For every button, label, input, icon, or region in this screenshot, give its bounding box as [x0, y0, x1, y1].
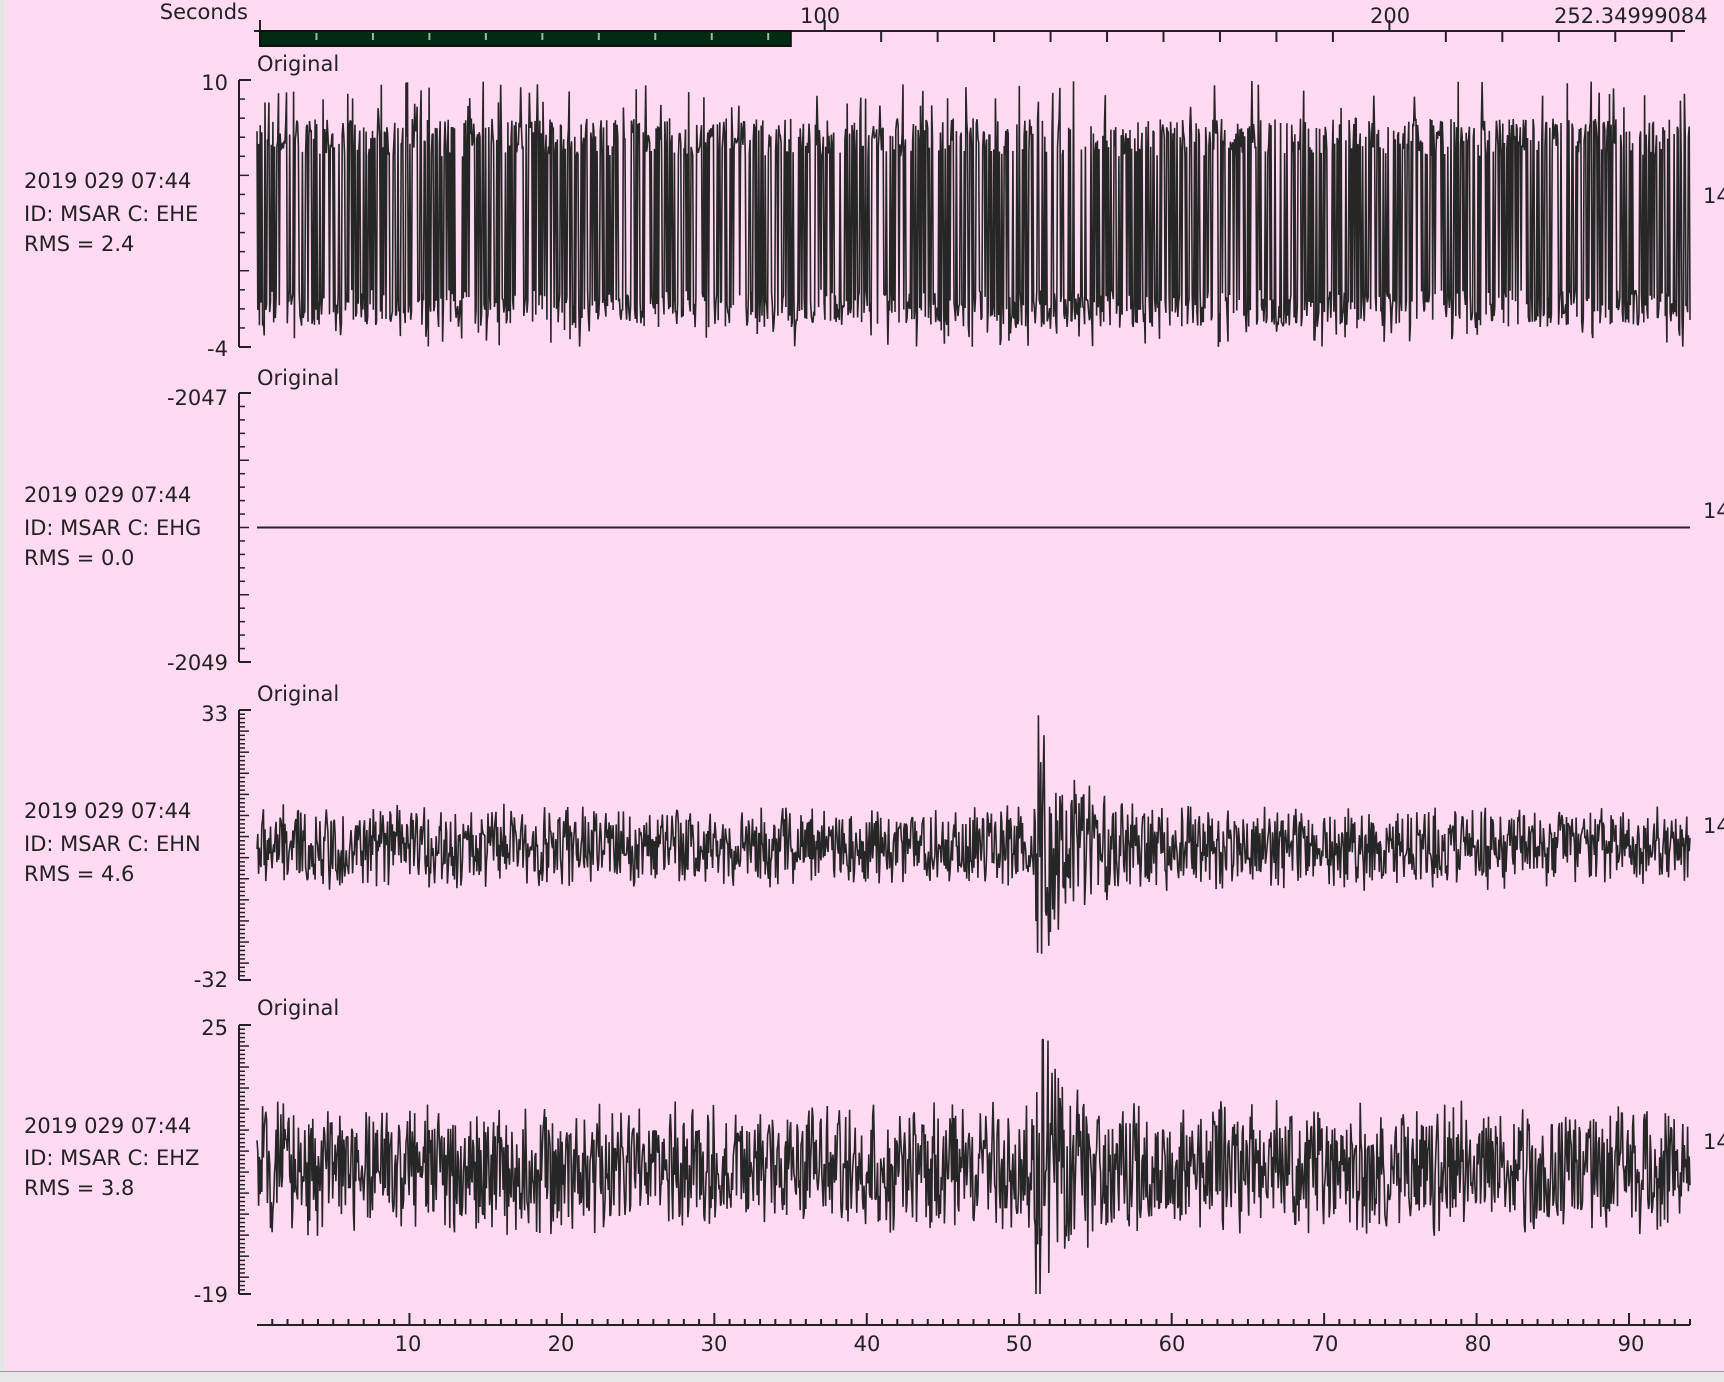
seismogram-viewer: Seconds 100 200 252.34999084 Original 20… [0, 0, 1724, 1382]
right-label: 14 [1703, 499, 1724, 523]
right-label: 14 [1703, 814, 1724, 838]
y-max-label: -2047 [167, 386, 228, 410]
scrollbar-tick-label-end: 252.34999084 [1554, 4, 1708, 28]
y-min-label: -19 [194, 1283, 228, 1307]
time-tick-label-70: 70 [1312, 1332, 1339, 1356]
right-label: 14 [1703, 184, 1724, 208]
y-max-label: 33 [201, 702, 228, 726]
time-tick-label-20: 20 [548, 1332, 575, 1356]
time-tick-label-30: 30 [701, 1332, 728, 1356]
channel-rms: RMS = 4.6 [24, 862, 134, 886]
channel-rms: RMS = 2.4 [24, 232, 134, 256]
channel-id: ID: MSAR C: EHZ [24, 1146, 199, 1170]
right-label: 14 [1703, 1130, 1724, 1154]
time-tick-label-50: 50 [1006, 1332, 1033, 1356]
y-axis [238, 1024, 251, 1295]
y-axis [238, 79, 251, 348]
channel-date: 2019 029 07:44 [24, 483, 191, 507]
channel-panel-ehz[interactable]: Original 2019 029 07:44 ID: MSAR C: EHZ … [24, 996, 1724, 1307]
y-axis [238, 392, 251, 663]
channel-date: 2019 029 07:44 [24, 1114, 191, 1138]
y-axis [238, 709, 251, 981]
panel-title: Original [257, 682, 339, 706]
scrollbar-units-label: Seconds [160, 0, 248, 24]
scrollbar-tick-label-100: 100 [800, 4, 840, 28]
y-max-label: 25 [201, 1016, 228, 1040]
seismogram-plot: Seconds 100 200 252.34999084 Original 20… [24, 0, 1724, 1356]
scrollbar-tick-label-200: 200 [1370, 4, 1410, 28]
time-scrollbar[interactable]: Seconds 100 200 252.34999084 [160, 0, 1708, 47]
time-tick-label-10: 10 [395, 1332, 422, 1356]
channel-panel-ehe[interactable]: Original 2019 029 07:44 ID: MSAR C: EHE … [24, 52, 1724, 361]
panel-title: Original [257, 366, 339, 390]
y-max-label: 10 [201, 71, 228, 95]
waveform-trace [256, 715, 1691, 954]
channel-rms: RMS = 3.8 [24, 1176, 134, 1200]
y-min-label: -32 [194, 968, 228, 992]
y-min-label: -4 [207, 337, 228, 361]
channel-panel-ehg[interactable]: Original 2019 029 07:44 ID: MSAR C: EHG … [24, 366, 1724, 675]
channel-date: 2019 029 07:44 [24, 799, 191, 823]
time-axis: 10 20 30 40 50 60 70 80 90 [257, 1313, 1691, 1356]
channel-id: ID: MSAR C: EHN [24, 832, 201, 856]
waveform-trace [256, 1038, 1691, 1295]
channel-id: ID: MSAR C: EHG [24, 516, 201, 540]
time-tick-label-90: 90 [1618, 1332, 1645, 1356]
time-tick-label-80: 80 [1465, 1332, 1492, 1356]
panel-title: Original [257, 996, 339, 1020]
time-axis-ticks [271, 1313, 1691, 1325]
panel-title: Original [257, 52, 339, 76]
time-tick-label-60: 60 [1159, 1332, 1186, 1356]
y-min-label: -2049 [167, 651, 228, 675]
channel-id: ID: MSAR C: EHE [24, 202, 198, 226]
channel-panel-ehn[interactable]: Original 2019 029 07:44 ID: MSAR C: EHN … [24, 682, 1724, 992]
channel-date: 2019 029 07:44 [24, 169, 191, 193]
time-tick-label-40: 40 [854, 1332, 881, 1356]
waveform-trace [256, 80, 1691, 347]
channel-rms: RMS = 0.0 [24, 546, 134, 570]
